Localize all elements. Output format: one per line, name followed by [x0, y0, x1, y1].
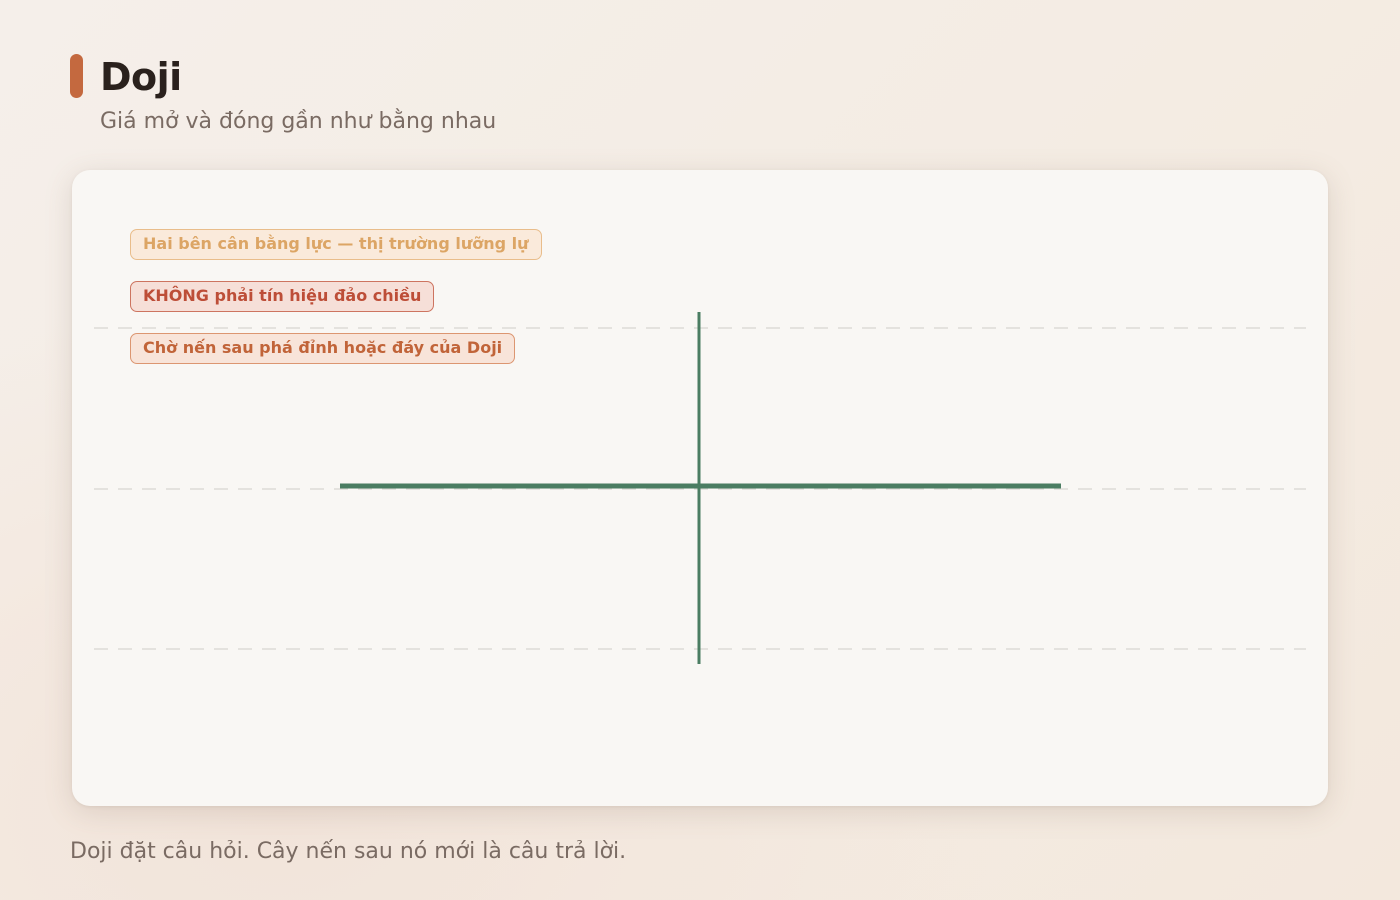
doji-candle — [340, 312, 1061, 664]
page-subtitle: Giá mở và đóng gần như bằng nhau — [100, 109, 497, 134]
tag-not-reversal: KHÔNG phải tín hiệu đảo chiều — [130, 281, 435, 312]
doji-diagram — [94, 312, 1306, 664]
page-title: Doji — [100, 55, 182, 99]
tag-balance: Hai bên cân bằng lực — thị trường lưỡng … — [130, 229, 542, 260]
tag-wait-confirmation: Chờ nến sau phá đỉnh hoặc đáy của Doji — [130, 333, 516, 364]
diagram-card: Hai bên cân bằng lực — thị trường lưỡng … — [72, 170, 1328, 806]
title-accent-bar — [70, 54, 83, 98]
footer-caption: Doji đặt câu hỏi. Cây nến sau nó mới là … — [70, 839, 627, 864]
